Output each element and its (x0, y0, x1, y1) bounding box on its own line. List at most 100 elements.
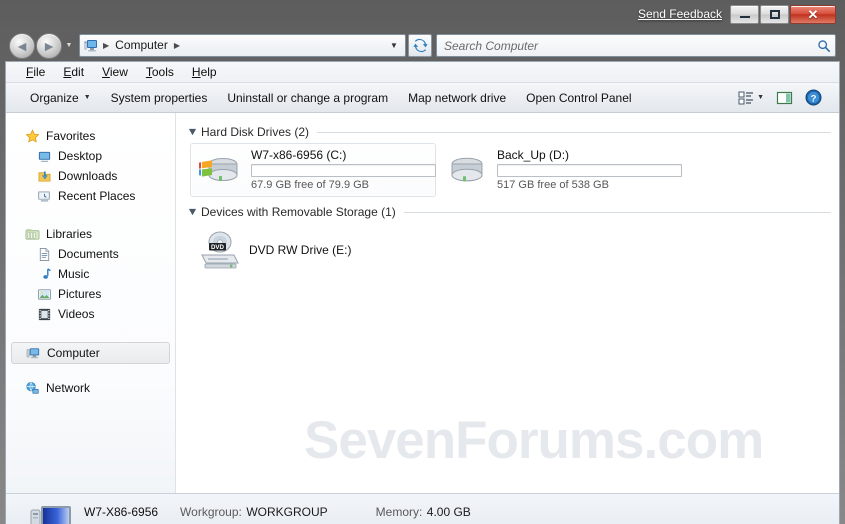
send-feedback-link[interactable]: Send Feedback (638, 7, 722, 22)
drive-free-space: 517 GB free of 538 GB (497, 179, 609, 191)
window-body: Favorites Desktop Downloads Recent Place… (6, 113, 839, 493)
sidebar-item-videos[interactable]: Videos (6, 304, 175, 324)
drive-tile-e[interactable]: DVD DVD RW Drive (E:) (190, 223, 436, 277)
open-control-panel-button[interactable]: Open Control Panel (516, 87, 641, 109)
drive-free-space: 67.9 GB free of 79.9 GB (251, 179, 370, 191)
menu-tools[interactable]: Tools (137, 63, 183, 81)
map-network-drive-button[interactable]: Map network drive (398, 87, 516, 109)
breadcrumb-separator-1: ▶ (103, 41, 110, 50)
sidebar-item-label: Music (58, 267, 90, 281)
group-divider (317, 131, 831, 133)
menu-bar: File Edit View Tools Help (6, 62, 839, 83)
sidebar-item-documents[interactable]: Documents (6, 244, 175, 264)
sidebar-item-downloads[interactable]: Downloads (6, 166, 175, 186)
drive-tile-c[interactable]: W7-x86-6956 (C:) 67.9 GB free of 79.9 GB (190, 143, 436, 197)
menu-help[interactable]: Help (183, 63, 226, 81)
menu-view-rest: iew (109, 65, 128, 79)
details-pane: W7-X86-6956 Workgroup: WORKGROUP Memory:… (6, 493, 839, 524)
sidebar-item-computer[interactable]: Computer (11, 342, 170, 364)
nav-group-libraries: Libraries Documents Music Pictures Video… (6, 224, 175, 324)
system-properties-button[interactable]: System properties (101, 87, 218, 109)
memory-label: Memory: (375, 505, 423, 519)
computer-name: W7-X86-6956 (84, 505, 159, 519)
sidebar-item-network[interactable]: Network (6, 378, 175, 398)
maximize-button[interactable] (760, 4, 789, 24)
memory-value: 4.00 GB (426, 505, 471, 519)
workgroup-label: Workgroup: (180, 505, 242, 519)
menu-file-rest: ile (33, 65, 46, 79)
navigation-pane: Favorites Desktop Downloads Recent Place… (6, 113, 176, 493)
sidebar-item-music[interactable]: Music (6, 264, 175, 284)
menu-view[interactable]: View (93, 63, 137, 81)
breadcrumb-separator-2[interactable]: ▶ (173, 41, 181, 50)
title-bar: Send Feedback ✕ (5, 0, 840, 28)
file-list-view[interactable]: Hard Disk Drives (2) W7-x86-6956 (C:) 67… (176, 113, 839, 493)
help-button[interactable]: ? (800, 86, 827, 109)
documents-icon (36, 246, 52, 262)
group-header-hard-disk-drives[interactable]: Hard Disk Drives (2) (186, 125, 839, 139)
search-icon (818, 39, 831, 52)
forward-button[interactable]: ► (36, 32, 62, 59)
svg-text:DVD: DVD (211, 244, 225, 251)
uninstall-or-change-program-button[interactable]: Uninstall or change a program (217, 87, 398, 109)
drive-tiles-removable: DVD DVD RW Drive (E:) (184, 223, 839, 279)
address-dropdown-button[interactable]: ▼ (385, 35, 403, 56)
pictures-icon (36, 286, 52, 302)
minimize-icon (739, 15, 750, 18)
preview-pane-icon (776, 91, 793, 104)
sidebar-item-label: Downloads (58, 169, 118, 183)
command-bar: Organize ▼ System properties Uninstall o… (6, 83, 839, 113)
drive-name: Back_Up (D:) (497, 148, 570, 162)
preview-pane-button[interactable] (771, 87, 798, 109)
menu-edit[interactable]: Edit (54, 63, 93, 81)
close-icon: ✕ (807, 6, 819, 22)
nav-spacer-1 (6, 210, 175, 224)
sidebar-item-libraries[interactable]: Libraries (6, 224, 175, 244)
chevron-down-icon: ▼ (65, 42, 73, 49)
breadcrumb-computer[interactable]: Computer (110, 36, 173, 55)
help-icon: ? (805, 89, 822, 106)
menu-file[interactable]: File (17, 63, 54, 81)
menu-tools-rest: ools (151, 65, 174, 79)
menu-help-rest: elp (200, 65, 217, 79)
sidebar-item-label: Recent Places (58, 189, 136, 203)
address-row: ◄ ► ▼ ▶ Computer ▶ ▼ (5, 29, 840, 62)
search-input[interactable] (444, 38, 817, 53)
sidebar-item-label: Libraries (46, 227, 93, 241)
navigation-buttons: ◄ ► ▼ (9, 32, 75, 59)
collapse-triangle-icon[interactable] (186, 126, 198, 138)
drive-name: W7-x86-6956 (C:) (251, 148, 347, 162)
maximize-icon (769, 9, 780, 19)
drive-tile-d[interactable]: Back_Up (D:) 517 GB free of 538 GB (436, 143, 682, 197)
menu-view-accel: V (102, 65, 110, 79)
sidebar-item-desktop[interactable]: Desktop (6, 146, 175, 166)
sidebar-item-favorites[interactable]: Favorites (6, 126, 175, 146)
back-button[interactable]: ◄ (9, 32, 35, 59)
sidebar-item-label: Desktop (58, 149, 103, 163)
explorer-window: Send Feedback ✕ ◄ ► ▼ ▶ Computer ▶ ▼ Sea… (0, 0, 845, 524)
search-box[interactable] (436, 34, 836, 57)
star-icon (24, 128, 40, 144)
sidebar-item-recent-places[interactable]: Recent Places (6, 186, 175, 206)
details-line-1: W7-X86-6956 Workgroup: WORKGROUP Memory:… (84, 503, 471, 521)
sidebar-item-label: Favorites (46, 129, 96, 143)
nav-group-favorites: Favorites Desktop Downloads Recent Place… (6, 126, 175, 206)
address-bar[interactable]: ▶ Computer ▶ ▼ (79, 34, 406, 57)
close-button[interactable]: ✕ (790, 4, 836, 24)
window-controls: ✕ (730, 4, 836, 24)
group-header-removable-storage[interactable]: Devices with Removable Storage (1) (186, 205, 839, 219)
group-label: Devices with Removable Storage (1) (201, 205, 396, 219)
organize-button[interactable]: Organize ▼ (20, 87, 101, 109)
window-client-area: File Edit View Tools Help Organize ▼ Sys… (5, 61, 840, 524)
sidebar-item-label: Pictures (58, 287, 102, 301)
sidebar-item-pictures[interactable]: Pictures (6, 284, 175, 304)
refresh-button[interactable] (408, 34, 432, 57)
capacity-bar-d (497, 164, 682, 177)
collapse-triangle-icon[interactable] (186, 206, 198, 218)
recent-pages-button[interactable]: ▼ (63, 33, 75, 59)
minimize-button[interactable] (730, 4, 759, 24)
group-label: Hard Disk Drives (2) (201, 125, 310, 139)
drive-info-d: Back_Up (D:) 517 GB free of 538 GB (497, 148, 682, 192)
sidebar-item-label: Network (46, 381, 91, 395)
change-view-button[interactable]: ▼ (733, 87, 769, 109)
